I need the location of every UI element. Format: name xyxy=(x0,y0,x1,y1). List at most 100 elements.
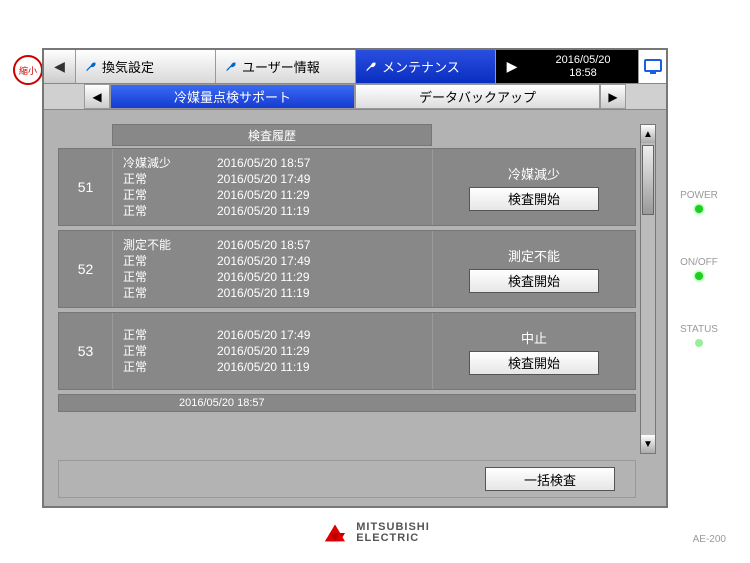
sub-prev-button[interactable]: ◀ xyxy=(84,84,110,109)
bottom-bar: 一括検査 xyxy=(58,460,636,498)
minimize-label: 縮小 xyxy=(19,64,37,77)
tab-user-info[interactable]: ユーザー情報 xyxy=(216,50,356,83)
history-entry: 正常 2016/05/20 11:19 xyxy=(123,285,422,301)
row-action: 中止検査開始 xyxy=(433,313,635,389)
history-status: 正常 xyxy=(123,285,183,301)
wrench-icon xyxy=(364,60,378,74)
sub-next-button[interactable]: ▶ xyxy=(600,84,626,109)
power-led: POWER xyxy=(680,190,718,213)
next-row-peek: 2016/05/20 18:57 xyxy=(58,394,636,412)
onoff-label: ON/OFF xyxy=(680,257,718,268)
table-row: 51 冷媒減少 2016/05/20 18:57 正常 2016/05/20 17:49… xyxy=(58,148,636,226)
row-action: 冷媒減少検査開始 xyxy=(433,149,635,225)
wrench-icon xyxy=(224,60,238,74)
start-check-label: 検査開始 xyxy=(508,353,560,372)
history-entry: 正常 2016/05/20 11:19 xyxy=(123,203,422,219)
status-dot xyxy=(695,339,703,347)
scroll-down-button[interactable]: ▼ xyxy=(641,435,655,453)
history-status: 正常 xyxy=(123,203,183,219)
scroll-thumb[interactable] xyxy=(642,145,654,215)
action-status: 冷媒減少 xyxy=(508,164,560,183)
scroll-up-button[interactable]: ▲ xyxy=(641,125,655,143)
history-entry: 正常 2016/05/20 11:29 xyxy=(123,269,422,285)
content-area: 検査履歴 51冷媒減少2016/05/20 18:57正常2016/05/20 … xyxy=(44,110,666,508)
clock-date: 2016/05/20 xyxy=(555,54,610,66)
touchscreen: ◀ 換気設定 ユーザー情報 メンテナンス ▶ 2016/05/20 18:58 xyxy=(42,48,668,508)
history-timestamp: 2016/05/20 18:57 xyxy=(217,237,310,253)
history-header-label: 検査履歴 xyxy=(248,127,296,144)
tab-label: ユーザー情報 xyxy=(242,57,320,76)
history-timestamp: 2016/05/20 11:29 xyxy=(217,343,310,359)
row-number: 53 xyxy=(59,313,113,389)
action-status: 中止 xyxy=(521,328,547,347)
nav-prev-button[interactable]: ◀ xyxy=(44,50,76,83)
tab-ventilation-settings[interactable]: 換気設定 xyxy=(76,50,216,83)
history-entry: 測定不能 2016/05/20 18:57 xyxy=(123,237,422,253)
history-timestamp: 2016/05/20 11:19 xyxy=(217,203,310,219)
start-check-button[interactable]: 検査開始 xyxy=(469,187,599,211)
sub-tab-refrigerant-check[interactable]: 冷媒量点検サポート xyxy=(110,84,355,109)
history-entry: 正常 2016/05/20 11:29 xyxy=(123,187,422,203)
history-timestamp: 2016/05/20 11:29 xyxy=(217,269,310,285)
monitor-icon[interactable] xyxy=(638,50,666,83)
status-label: STATUS xyxy=(680,324,718,335)
row-history: 冷媒減少2016/05/20 18:57正常2016/05/20 17:49正常… xyxy=(113,149,433,225)
model-label: AE-200 xyxy=(693,534,726,545)
history-entry: 正常 2016/05/20 17:49 xyxy=(123,327,422,343)
side-led-panel: POWER ON/OFF STATUS xyxy=(680,190,718,347)
bulk-check-label: 一括検査 xyxy=(524,470,576,489)
history-status: 正常 xyxy=(123,253,183,269)
brand-logo: MITSUBISHI ELECTRIC xyxy=(0,522,750,545)
sub-tab-data-backup[interactable]: データバックアップ xyxy=(355,84,600,109)
power-dot xyxy=(695,205,703,213)
nav-next-button[interactable]: ▶ xyxy=(496,50,528,83)
start-check-button[interactable]: 検査開始 xyxy=(469,351,599,375)
history-timestamp: 2016/05/20 17:49 xyxy=(217,327,310,343)
minimize-badge[interactable]: 縮小 xyxy=(13,55,43,85)
history-timestamp: 2016/05/20 11:19 xyxy=(217,285,310,301)
history-header: 検査履歴 xyxy=(112,124,432,146)
tab-maintenance[interactable]: メンテナンス xyxy=(356,50,496,83)
history-timestamp: 2016/05/20 18:57 xyxy=(217,155,310,171)
sub-tab-label: 冷媒量点検サポート xyxy=(174,87,291,106)
start-check-label: 検査開始 xyxy=(508,271,560,290)
onoff-led: ON/OFF xyxy=(680,257,718,280)
history-status: 正常 xyxy=(123,269,183,285)
bulk-check-button[interactable]: 一括検査 xyxy=(485,467,615,491)
tab-label: メンテナンス xyxy=(382,57,460,76)
wrench-icon xyxy=(84,60,98,74)
status-led: STATUS xyxy=(680,324,718,347)
scroll-track[interactable] xyxy=(641,143,655,435)
sub-tab-label: データバックアップ xyxy=(419,87,536,106)
history-status: 正常 xyxy=(123,187,183,203)
clock: 2016/05/20 18:58 xyxy=(528,50,638,83)
mitsubishi-icon xyxy=(320,524,350,542)
row-number: 52 xyxy=(59,231,113,307)
start-check-button[interactable]: 検査開始 xyxy=(469,269,599,293)
history-status: 測定不能 xyxy=(123,237,183,253)
power-label: POWER xyxy=(680,190,718,201)
history-status: 正常 xyxy=(123,327,183,343)
row-history: 測定不能2016/05/20 18:57正常2016/05/20 17:49正常… xyxy=(113,231,433,307)
onoff-dot xyxy=(695,272,703,280)
table-row: 53 正常 2016/05/20 17:49 正常 2016/05/20 11:29正常… xyxy=(58,312,636,390)
table-row: 52測定不能2016/05/20 18:57正常2016/05/20 17:49… xyxy=(58,230,636,308)
history-timestamp: 2016/05/20 11:19 xyxy=(217,359,310,375)
history-timestamp: 2016/05/20 17:49 xyxy=(217,171,310,187)
row-number: 51 xyxy=(59,149,113,225)
peek-ts: 2016/05/20 18:57 xyxy=(179,397,265,409)
sub-tab-bar: ◀ 冷媒量点検サポート データバックアップ ▶ xyxy=(44,84,666,110)
history-entry: 正常 2016/05/20 17:49 xyxy=(123,171,422,187)
scrollbar[interactable]: ▲ ▼ xyxy=(640,124,656,454)
history-status: 冷媒減少 xyxy=(123,155,183,171)
history-timestamp: 2016/05/20 11:29 xyxy=(217,187,310,203)
row-history: 正常 2016/05/20 17:49 正常 2016/05/20 11:29正常20… xyxy=(113,313,433,389)
history-entry: 正常 2016/05/20 11:29 xyxy=(123,343,422,359)
action-status: 測定不能 xyxy=(508,246,560,265)
clock-time: 18:58 xyxy=(569,67,597,79)
tab-label: 換気設定 xyxy=(102,57,154,76)
history-status: 正常 xyxy=(123,171,183,187)
history-entry: 正常2016/05/20 11:19 xyxy=(123,359,422,375)
history-status: 正常 xyxy=(123,343,183,359)
row-action: 測定不能検査開始 xyxy=(433,231,635,307)
